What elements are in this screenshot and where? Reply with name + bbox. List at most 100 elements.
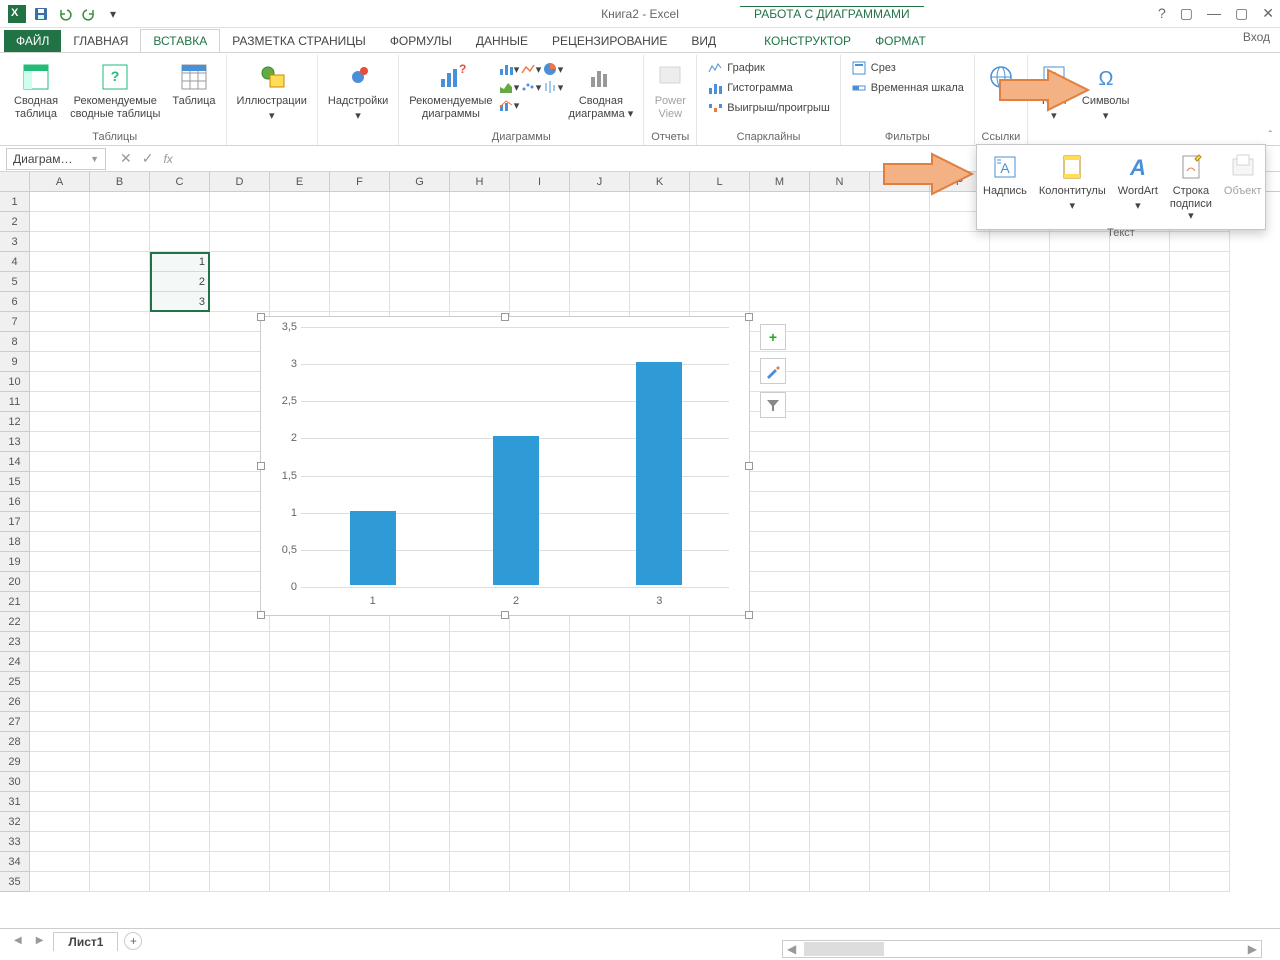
cell[interactable] (990, 312, 1050, 332)
cell[interactable] (570, 652, 630, 672)
cell[interactable] (870, 732, 930, 752)
cell[interactable] (750, 872, 810, 892)
cell[interactable] (750, 252, 810, 272)
cell[interactable] (570, 192, 630, 212)
cell[interactable] (870, 852, 930, 872)
cell[interactable] (990, 712, 1050, 732)
sheet-nav-prev-icon[interactable]: ◀ (10, 935, 26, 946)
maximize-icon[interactable]: ▢ (1235, 5, 1248, 22)
cell[interactable] (210, 872, 270, 892)
cell[interactable] (630, 672, 690, 692)
cell[interactable] (690, 752, 750, 772)
cell[interactable] (930, 712, 990, 732)
cell[interactable] (990, 812, 1050, 832)
row-header[interactable]: 3 (0, 232, 30, 252)
cell[interactable] (30, 692, 90, 712)
cell[interactable] (630, 852, 690, 872)
column-header[interactable]: H (450, 172, 510, 191)
cell[interactable] (990, 332, 1050, 352)
cell[interactable] (210, 212, 270, 232)
cell[interactable] (990, 852, 1050, 872)
cell[interactable]: 2 (150, 272, 210, 292)
cell[interactable] (90, 632, 150, 652)
cell[interactable] (30, 412, 90, 432)
row-header[interactable]: 21 (0, 592, 30, 612)
cell[interactable] (810, 232, 870, 252)
cell[interactable] (930, 452, 990, 472)
cell[interactable] (270, 272, 330, 292)
cell[interactable] (750, 452, 810, 472)
cell[interactable] (150, 432, 210, 452)
row-header[interactable]: 30 (0, 772, 30, 792)
chart-bar[interactable] (636, 362, 682, 585)
cell[interactable] (270, 292, 330, 312)
row-header[interactable]: 9 (0, 352, 30, 372)
cell[interactable] (450, 252, 510, 272)
cell[interactable] (810, 372, 870, 392)
cell[interactable] (30, 872, 90, 892)
cell[interactable] (1170, 292, 1230, 312)
chart-bar[interactable] (350, 511, 396, 585)
cell[interactable] (750, 792, 810, 812)
cell[interactable] (510, 672, 570, 692)
cell[interactable] (1050, 312, 1110, 332)
cell[interactable] (450, 232, 510, 252)
cell[interactable] (750, 532, 810, 552)
cell[interactable] (750, 612, 810, 632)
cell[interactable] (390, 292, 450, 312)
cell[interactable] (1050, 772, 1110, 792)
cell[interactable] (1170, 532, 1230, 552)
cell[interactable] (90, 212, 150, 232)
pivot-table-button[interactable]: Сводная таблица (10, 59, 62, 123)
cell[interactable] (990, 652, 1050, 672)
cell[interactable] (990, 632, 1050, 652)
cell[interactable] (1170, 752, 1230, 772)
sparkline-column-button[interactable]: Гистограмма (703, 79, 834, 97)
cell[interactable] (390, 732, 450, 752)
cell[interactable] (1050, 652, 1110, 672)
tab-home[interactable]: ГЛАВНАЯ (61, 30, 140, 52)
cell[interactable] (870, 692, 930, 712)
cell[interactable] (210, 672, 270, 692)
chart-add-element-button[interactable]: + (760, 324, 786, 350)
cell[interactable] (210, 652, 270, 672)
cell[interactable] (1170, 252, 1230, 272)
cell[interactable] (810, 852, 870, 872)
cell[interactable] (30, 792, 90, 812)
cell[interactable] (930, 852, 990, 872)
cell[interactable] (1170, 552, 1230, 572)
cell[interactable] (450, 852, 510, 872)
cell[interactable] (1110, 572, 1170, 592)
cell[interactable] (870, 812, 930, 832)
cell[interactable] (990, 492, 1050, 512)
cell[interactable] (1110, 752, 1170, 772)
row-header[interactable]: 24 (0, 652, 30, 672)
cell[interactable] (150, 632, 210, 652)
cell[interactable] (870, 512, 930, 532)
cell[interactable] (210, 712, 270, 732)
cell[interactable] (1110, 512, 1170, 532)
cell[interactable] (1050, 512, 1110, 532)
cell[interactable] (30, 212, 90, 232)
cell[interactable] (150, 532, 210, 552)
cell[interactable] (90, 712, 150, 732)
cell[interactable] (1050, 752, 1110, 772)
row-header[interactable]: 6 (0, 292, 30, 312)
cell[interactable] (270, 772, 330, 792)
cell[interactable] (690, 292, 750, 312)
recommended-pivot-button[interactable]: ?Рекомендуемые сводные таблицы (66, 59, 164, 123)
cell[interactable] (810, 572, 870, 592)
column-header[interactable]: B (90, 172, 150, 191)
cell[interactable] (630, 832, 690, 852)
cell[interactable] (30, 612, 90, 632)
cell[interactable] (1050, 452, 1110, 472)
cell[interactable] (150, 232, 210, 252)
cell[interactable] (30, 492, 90, 512)
cell[interactable] (990, 392, 1050, 412)
cell[interactable] (570, 692, 630, 712)
cell[interactable] (690, 732, 750, 752)
cell[interactable] (870, 572, 930, 592)
cell[interactable] (870, 252, 930, 272)
cell[interactable] (30, 712, 90, 732)
cell[interactable] (930, 732, 990, 752)
